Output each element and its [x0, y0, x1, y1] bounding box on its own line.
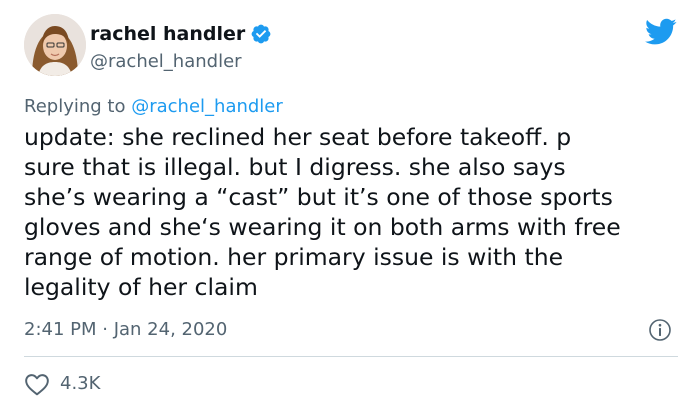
- avatar-image: [24, 14, 86, 76]
- tweet-card: rachel handler @rachel_handler Replying …: [0, 0, 700, 410]
- info-icon[interactable]: [648, 318, 672, 342]
- author-display-name[interactable]: rachel handler: [90, 22, 245, 46]
- heart-icon: [24, 372, 50, 396]
- like-count: 4.3K: [60, 373, 101, 394]
- twitter-bird-icon[interactable]: [645, 18, 677, 46]
- author-handle[interactable]: @rachel_handler: [90, 50, 242, 74]
- tweet-timestamp[interactable]: 2:41 PM · Jan 24, 2020: [24, 318, 227, 342]
- replying-to-prefix: Replying to: [24, 96, 126, 117]
- like-button[interactable]: 4.3K: [24, 372, 100, 396]
- author-name-row[interactable]: rachel handler: [90, 22, 272, 46]
- verified-badge-icon: [250, 23, 272, 45]
- replying-to-mention[interactable]: @rachel_handler: [131, 96, 283, 117]
- divider: [24, 356, 678, 357]
- tweet-text: update: she reclined her seat before tak…: [24, 123, 621, 301]
- replying-to: Replying to @rachel_handler: [24, 95, 283, 119]
- avatar[interactable]: [24, 14, 86, 76]
